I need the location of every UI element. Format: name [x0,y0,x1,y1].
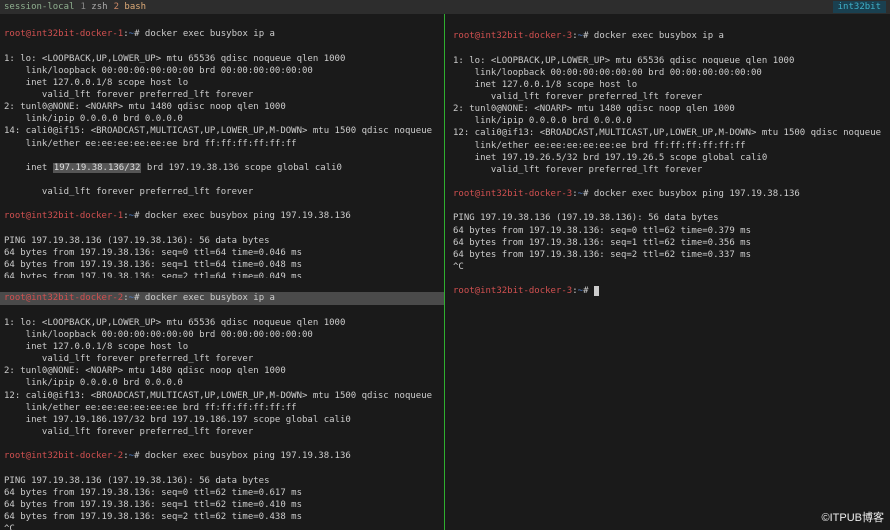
ip-output: 1: lo: <LOOPBACK,UP,LOWER_UP> mtu 65536 … [453,55,882,176]
terminal-pane-3[interactable]: root@int32bit-docker-3:~# docker exec bu… [449,16,886,528]
command-ping: docker exec busybox ping 197.19.38.136 [145,451,351,461]
session-name: session-local [4,1,74,13]
command-ip-a: docker exec busybox ip a [145,293,275,303]
command-ping: docker exec busybox ping 197.19.38.136 [145,211,351,221]
watermark: ©ITPUB博客 [822,511,885,526]
statusbar-left: session-local 1 zsh 2 bash [4,1,146,13]
window-1-name: zsh [91,2,107,12]
terminal-pane-1[interactable]: root@int32bit-docker-1:~# docker exec bu… [0,14,444,278]
ping-output: PING 197.19.38.136 (197.19.38.136): 56 d… [4,475,440,530]
ping-output: PING 197.19.38.136 (197.19.38.136): 56 d… [453,212,882,273]
ping-output: PING 197.19.38.136 (197.19.38.136): 56 d… [4,235,440,279]
ip-output: 1: lo: <LOOPBACK,UP,LOWER_UP> mtu 65536 … [4,317,440,438]
prompt-host: root@int32bit-docker-3 [453,31,572,41]
window-2-index: 2 [114,2,119,12]
tmux-statusbar: session-local 1 zsh 2 bash int32bit [0,0,890,14]
cursor [594,286,599,296]
window-2-name: bash [124,2,146,12]
window-1-index: 1 [80,2,85,12]
command-ip-a: docker exec busybox ip a [145,29,275,39]
command-ip-a: docker exec busybox ip a [594,31,724,41]
command-ping: docker exec busybox ping 197.19.38.136 [594,189,800,199]
highlighted-ip: 197.19.38.136/32 [53,163,142,173]
prompt-host: root@int32bit-docker-2 [4,293,123,303]
statusbar-right: int32bit [833,1,886,13]
terminal-pane-2[interactable]: root@int32bit-docker-2:~# docker exec bu… [0,278,444,530]
ip-output: 1: lo: <LOOPBACK,UP,LOWER_UP> mtu 65536 … [4,53,440,150]
prompt-host: root@int32bit-docker-1 [4,29,123,39]
